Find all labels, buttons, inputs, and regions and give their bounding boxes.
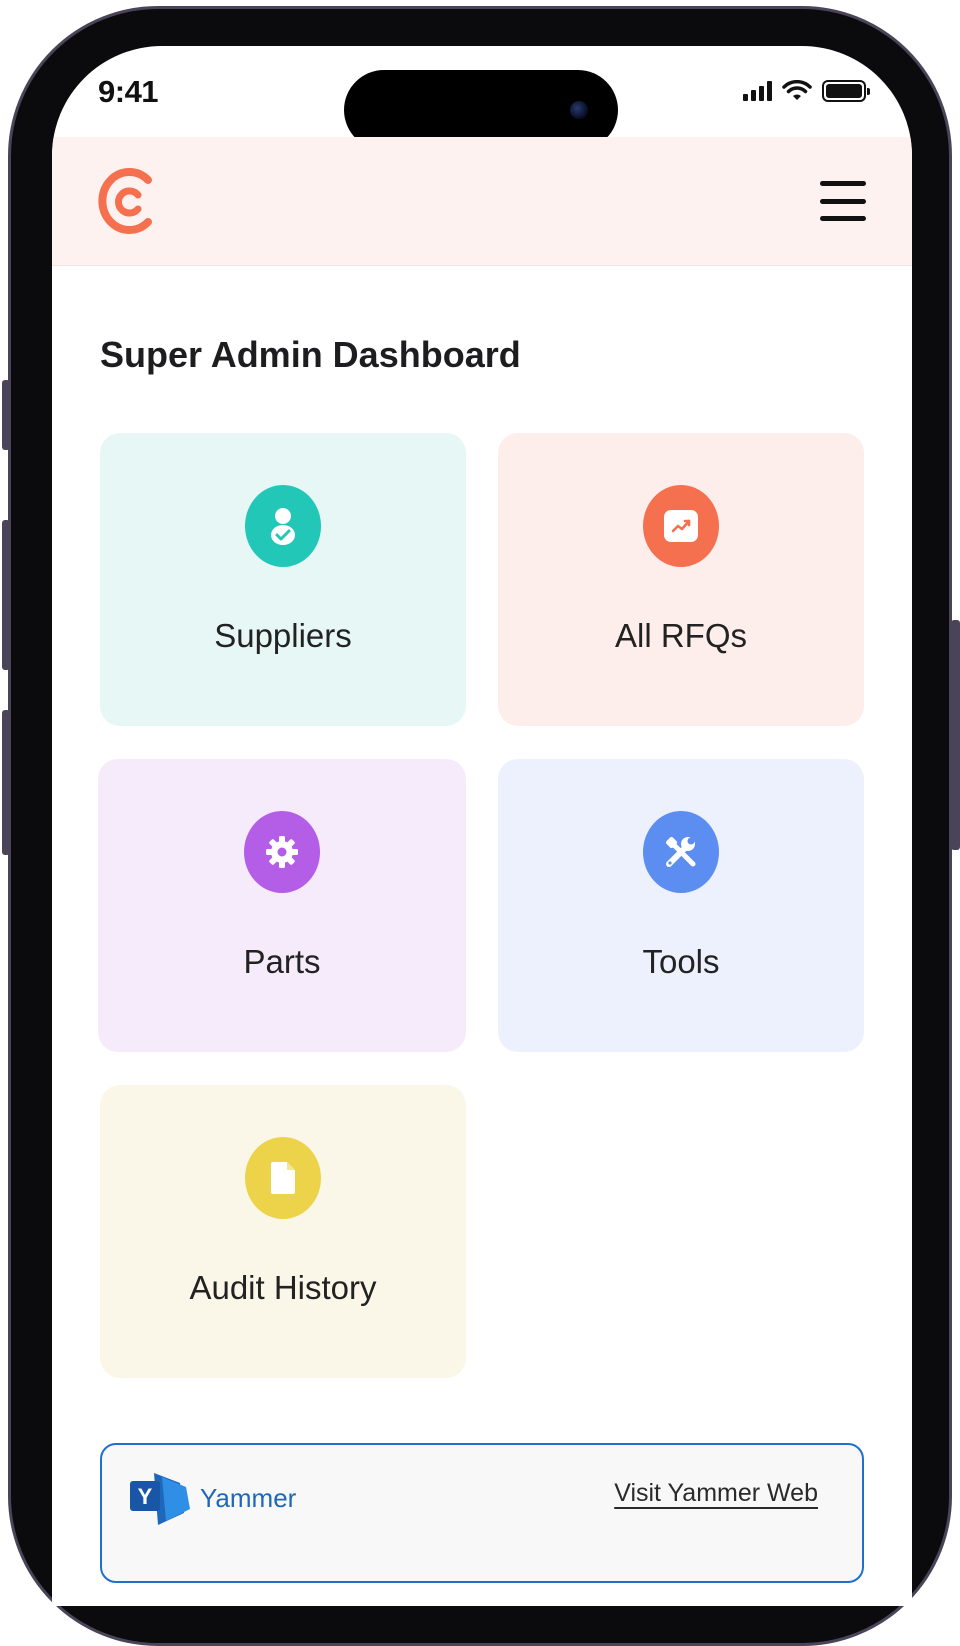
- document-icon: [245, 1137, 321, 1219]
- hamburger-menu-icon[interactable]: [820, 181, 866, 221]
- page-title: Super Admin Dashboard: [100, 334, 521, 375]
- parts-card[interactable]: Parts: [98, 759, 466, 1052]
- card-label: Suppliers: [214, 617, 352, 654]
- card-label: All RFQs: [615, 617, 747, 654]
- camera-icon: [570, 101, 588, 119]
- suppliers-card[interactable]: Suppliers: [100, 433, 466, 726]
- yammer-logo-letter: Y: [138, 1484, 153, 1509]
- card-label: Parts: [243, 943, 321, 980]
- visit-yammer-web-link[interactable]: Visit Yammer Web: [614, 1479, 818, 1508]
- status-icons: [743, 80, 870, 102]
- chart-trend-icon: [643, 485, 719, 567]
- card-label: Audit History: [189, 1269, 377, 1306]
- tools-card[interactable]: Tools: [498, 759, 864, 1052]
- audit-history-card[interactable]: Audit History: [100, 1085, 466, 1378]
- all-rfqs-card[interactable]: All RFQs: [498, 433, 864, 726]
- volume-down-button: [2, 710, 10, 855]
- supplier-icon: [245, 485, 321, 567]
- cellular-signal-icon: [743, 81, 772, 101]
- yammer-name: Yammer: [200, 1483, 297, 1513]
- yammer-logo-icon: Y: [130, 1473, 190, 1525]
- gear-icon: [244, 811, 320, 893]
- card-label: Tools: [642, 943, 720, 980]
- volume-up-button: [2, 520, 10, 670]
- tools-icon: [643, 811, 719, 893]
- status-time: 9:41: [98, 74, 159, 109]
- wifi-icon: [782, 80, 812, 100]
- brand-c-logo-icon[interactable]: [98, 167, 160, 235]
- battery-icon: [822, 80, 870, 102]
- app-header: [52, 137, 912, 266]
- action-button: [2, 380, 10, 450]
- power-button: [951, 620, 960, 850]
- app-screen: 9:41 Super Admin Dashboard Suppliers All…: [52, 46, 912, 1606]
- yammer-banner: Y Yammer Visit Yammer Web: [100, 1443, 864, 1583]
